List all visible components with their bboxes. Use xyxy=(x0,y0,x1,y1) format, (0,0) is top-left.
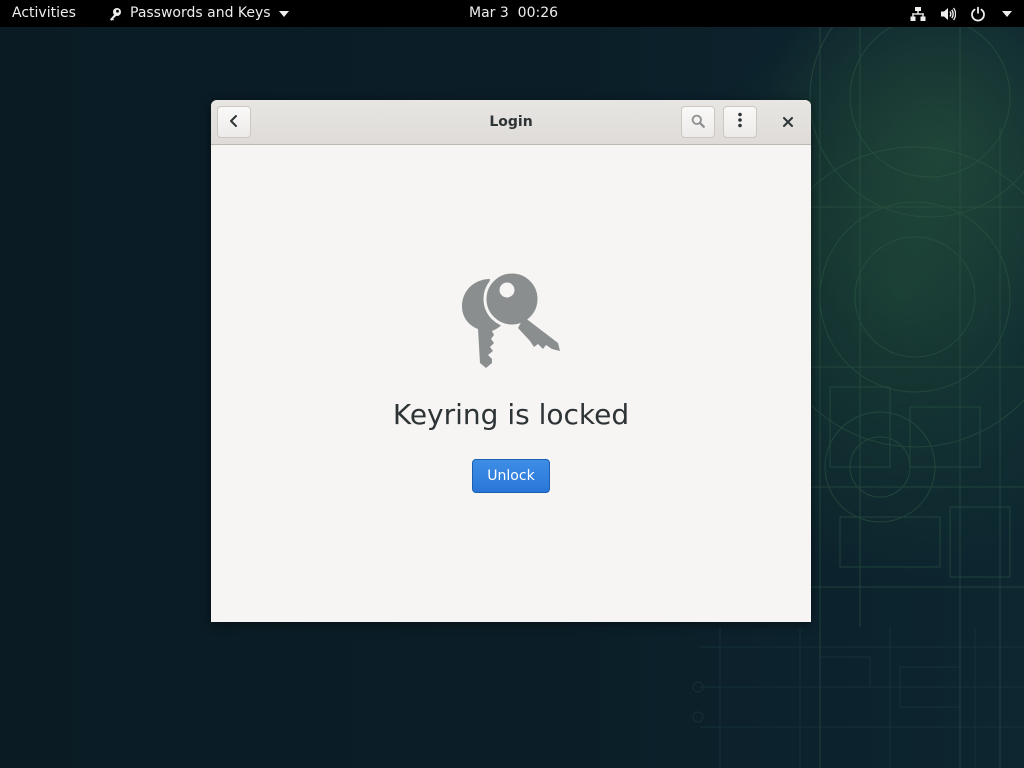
activities-button[interactable]: Activities xyxy=(12,0,76,27)
status-page: Keyring is locked Unlock xyxy=(211,145,811,622)
network-wired-icon xyxy=(910,6,926,22)
status-title: Keyring is locked xyxy=(392,398,630,431)
chevron-down-icon xyxy=(1002,10,1012,17)
window-title: Login xyxy=(489,114,533,130)
power-icon xyxy=(970,6,986,22)
clock[interactable]: Mar 3 00:26 xyxy=(469,0,558,27)
app-menu[interactable]: Passwords and Keys xyxy=(108,0,289,27)
keys-icon xyxy=(108,6,124,22)
chevron-down-icon xyxy=(278,10,289,17)
header-bar: Login xyxy=(211,100,811,145)
back-icon xyxy=(227,113,241,132)
back-button[interactable] xyxy=(217,106,251,138)
app-menu-label: Passwords and Keys xyxy=(130,5,271,21)
close-icon xyxy=(783,112,793,131)
menu-button[interactable] xyxy=(723,106,757,138)
top-bar: Activities Passwords and Keys Mar 3 00:2… xyxy=(0,0,1024,27)
volume-icon xyxy=(940,6,956,22)
keys-icon xyxy=(460,270,562,369)
passwords-and-keys-window: Login Keyring is locked Unlock xyxy=(211,100,811,622)
system-tray[interactable] xyxy=(910,0,1012,27)
search-icon xyxy=(691,113,705,132)
close-button[interactable] xyxy=(777,110,799,132)
search-button[interactable] xyxy=(681,106,715,138)
menu-icon xyxy=(737,112,743,132)
unlock-button[interactable]: Unlock xyxy=(472,459,550,493)
